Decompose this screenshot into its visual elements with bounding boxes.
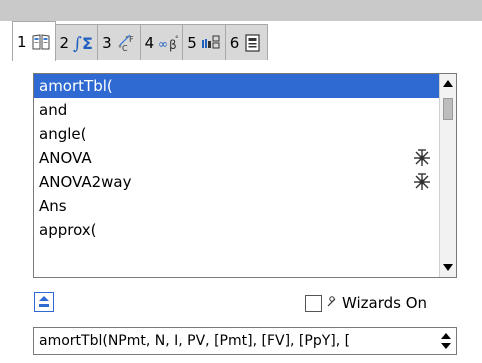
list-item-label: amortTbl( <box>39 77 113 95</box>
book-icon <box>31 32 51 52</box>
list-scrollbar[interactable] <box>439 74 456 277</box>
tab-strip: 1 2 ∫ Σ 3 °F °C 4 ∞ β ° 5 6 <box>12 21 269 61</box>
tab-4[interactable]: 4 ∞ β ° <box>139 24 184 60</box>
collapse-help-button[interactable] <box>34 292 54 312</box>
infinity-beta-icon: ∞ β ° <box>158 33 179 53</box>
catalog-items: amortTbl( and angle( ANOVA ANOVA2way Ans appro… <box>34 74 439 242</box>
tab-3[interactable]: 3 °F °C <box>97 24 141 60</box>
integral-sum-icon: ∫ Σ <box>73 33 93 54</box>
tab-6[interactable]: 6 <box>224 24 269 60</box>
list-item[interactable]: ANOVA2way <box>34 170 439 194</box>
svg-text:Σ: Σ <box>82 34 93 53</box>
list-item[interactable]: and <box>34 98 439 122</box>
syntax-spinner-icon[interactable] <box>440 332 452 350</box>
svg-text:∫: ∫ <box>73 34 82 53</box>
list-item[interactable]: Ans <box>34 194 439 218</box>
list-item-label: Ans <box>39 197 67 215</box>
list-item-label: ANOVA <box>39 149 92 167</box>
list-item-label: and <box>39 101 68 119</box>
tab-number: 4 <box>144 33 155 52</box>
svg-text:°: ° <box>175 35 179 43</box>
wizards-toggle[interactable]: Wizards On <box>305 293 427 313</box>
tab-number: 1 <box>17 32 27 51</box>
list-item-label: ANOVA2way <box>39 173 132 191</box>
list-item-label: approx( <box>39 221 97 239</box>
wizards-label: Wizards On <box>342 294 428 312</box>
tab-2[interactable]: 2 ∫ Σ <box>54 24 99 60</box>
wizards-checkbox[interactable] <box>305 294 322 312</box>
document-icon <box>243 33 263 53</box>
svg-text:°C: °C <box>118 44 128 53</box>
tab-bar: 1 2 ∫ Σ 3 °F °C 4 ∞ β ° 5 6 <box>0 0 482 61</box>
tab-5[interactable]: 5 <box>182 24 226 60</box>
tab-number: 5 <box>187 33 197 52</box>
wizard-icon <box>414 173 430 190</box>
tab-number: 3 <box>102 33 112 52</box>
list-item[interactable]: angle( <box>34 122 439 146</box>
scroll-down-icon[interactable] <box>443 264 453 271</box>
tab-bar-background <box>0 0 482 21</box>
list-item[interactable]: ANOVA <box>34 146 439 170</box>
scroll-up-icon[interactable] <box>443 80 453 87</box>
list-item[interactable]: approx( <box>34 218 439 242</box>
double-chevron-up-icon <box>39 296 49 307</box>
scroll-thumb[interactable] <box>443 98 453 120</box>
catalog-list[interactable]: amortTbl( and angle( ANOVA ANOVA2way Ans appro… <box>33 73 457 278</box>
tab-1[interactable]: 1 <box>12 21 56 61</box>
wand-icon <box>326 294 338 312</box>
syntax-text: amortTbl(NPmt, N, I, PV, [Pmt], [FV], [P… <box>39 333 351 349</box>
wizard-icon <box>414 149 430 166</box>
list-item[interactable]: amortTbl( <box>34 74 439 98</box>
svg-text:∞: ∞ <box>158 37 168 51</box>
list-item-label: angle( <box>39 125 87 143</box>
tab-number: 6 <box>229 33 240 52</box>
unit-conversion-icon: °F °C <box>116 33 136 53</box>
tab-number: 2 <box>59 33 70 52</box>
syntax-help-field: amortTbl(NPmt, N, I, PV, [Pmt], [FV], [P… <box>33 327 457 355</box>
library-icon <box>201 33 221 53</box>
